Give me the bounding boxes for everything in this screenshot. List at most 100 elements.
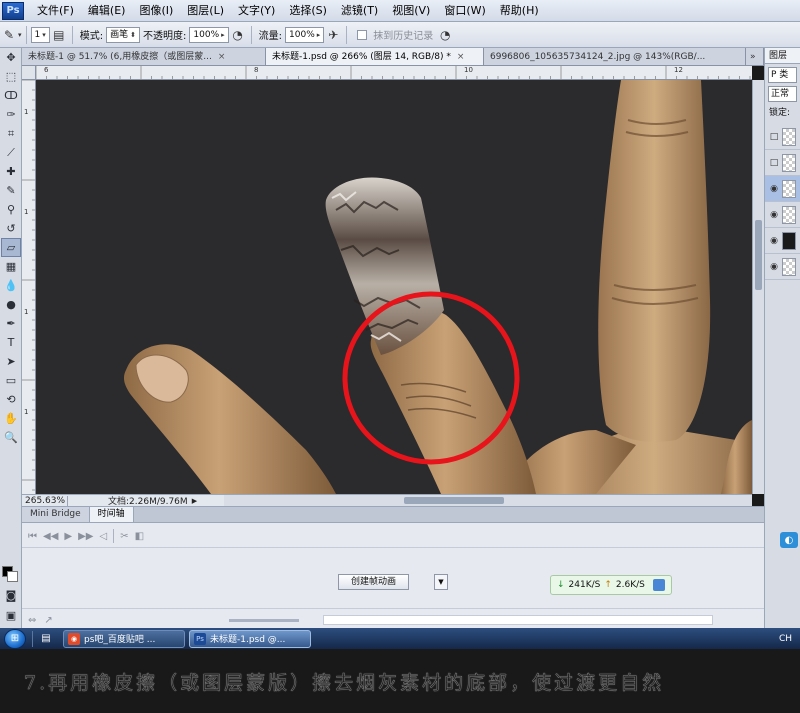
tab-mini-bridge[interactable]: Mini Bridge [22, 507, 90, 522]
pen-tool-icon[interactable]: ✒ [1, 314, 21, 333]
quick-select-tool-icon[interactable]: ✑ [1, 105, 21, 124]
close-icon[interactable]: × [457, 49, 465, 65]
layer-row[interactable]: □ [765, 150, 800, 176]
menu-layer[interactable]: 图层(L) [180, 0, 231, 22]
close-icon[interactable]: × [218, 49, 226, 65]
vertical-ruler[interactable]: 1 1 1 1 [22, 80, 36, 494]
render-video-icon[interactable]: ↗ [44, 615, 52, 626]
scissors-icon[interactable]: ✂ [120, 531, 128, 542]
preset-dropdown-arrow-icon[interactable]: ▾ [18, 31, 22, 39]
visibility-off-icon[interactable]: □ [768, 132, 780, 142]
pressure-size-icon[interactable]: ◔ [436, 26, 454, 44]
layer-thumbnail [782, 257, 796, 276]
layer-row-selected[interactable]: ◉ [765, 176, 800, 202]
menu-view[interactable]: 视图(V) [385, 0, 437, 22]
layer-row[interactable]: ◉ [765, 228, 800, 254]
type-tool-icon[interactable]: T [1, 333, 21, 352]
doc-tab-2[interactable]: 未标题-1.psd @ 266% (图层 14, RGB/8) * × [266, 48, 484, 65]
create-animation-dropdown-icon[interactable]: ▼ [434, 574, 448, 590]
document-canvas[interactable] [36, 80, 752, 494]
chat-icon[interactable]: ◐ [780, 532, 798, 548]
clone-stamp-tool-icon[interactable]: ⚲ [1, 200, 21, 219]
dodge-tool-icon[interactable]: ● [1, 295, 21, 314]
airbrush-icon[interactable]: ✈ [324, 26, 342, 44]
menu-window[interactable]: 窗口(W) [437, 0, 492, 22]
status-menu-arrow-icon[interactable]: ▶ [192, 497, 197, 505]
blend-mode-select[interactable]: 正常 [768, 86, 797, 102]
brush-panel-toggle-icon[interactable]: ▤ [50, 26, 68, 44]
audio-icon[interactable]: ◁ [99, 531, 107, 542]
convert-to-frame-icon[interactable]: ⇔ [28, 615, 36, 626]
zoom-tool-icon[interactable]: 🔍 [1, 428, 21, 447]
eye-icon[interactable]: ◉ [768, 210, 780, 220]
zoom-level[interactable]: 265.63% [22, 495, 68, 506]
tab-timeline[interactable]: 时间轴 [89, 507, 134, 522]
horizontal-ruler[interactable]: 6 8 10 12 [36, 66, 752, 80]
timeline-zoom-slider[interactable] [228, 618, 299, 622]
scroll-thumb[interactable] [755, 220, 762, 290]
layer-row[interactable]: ◉ [765, 254, 800, 280]
previous-frame-icon[interactable]: ◀◀ [43, 531, 58, 542]
language-indicator[interactable]: CH [779, 634, 792, 644]
layer-row[interactable]: □ [765, 124, 800, 150]
doc-tab-3[interactable]: 6996806_105635734124_2.jpg @ 143%(RGB/..… [484, 48, 746, 65]
eraser-tool-icon[interactable]: ▱ [1, 238, 21, 257]
blur-tool-icon[interactable]: 💧 [1, 276, 21, 295]
create-frame-animation-button[interactable]: 创建帧动画 [338, 574, 410, 590]
layer-filter-kind[interactable]: P 类 [768, 67, 797, 83]
move-tool-icon[interactable]: ✥ [1, 48, 21, 67]
gradient-tool-icon[interactable]: ▦ [1, 257, 21, 276]
horizontal-scrollbar[interactable] [224, 494, 752, 506]
scroll-thumb[interactable] [404, 497, 504, 504]
taskbar-item-browser[interactable]: ◉ ps吧_百度贴吧 ... [63, 629, 185, 648]
shape-tool-icon[interactable]: ▭ [1, 371, 21, 390]
menu-image[interactable]: 图像(I) [132, 0, 180, 22]
path-select-tool-icon[interactable]: ➤ [1, 352, 21, 371]
erase-to-history-label: 抹到历史记录 [373, 31, 434, 42]
erase-to-history-checkbox[interactable] [357, 29, 368, 40]
hand-tool-icon[interactable]: ✋ [1, 409, 21, 428]
tabs-overflow-icon[interactable]: » [746, 48, 764, 65]
menu-help[interactable]: 帮助(H) [493, 0, 546, 22]
eraser-tool-preset-icon[interactable]: ✎ [0, 26, 18, 44]
screen-mode-icon[interactable]: ▣ [1, 606, 21, 625]
eye-icon[interactable]: ◉ [768, 184, 780, 194]
mode-select[interactable]: 画笔 ⬍ [106, 26, 141, 43]
menu-filter[interactable]: 滤镜(T) [334, 0, 385, 22]
taskbar-item-photoshop[interactable]: Ps 未标题-1.psd @... [189, 629, 311, 648]
3d-rotate-tool-icon[interactable]: ⟲ [1, 390, 21, 409]
brush-size-picker[interactable]: 1 ▾ [30, 26, 50, 43]
menu-edit[interactable]: 编辑(E) [81, 0, 133, 22]
doc-tab-1[interactable]: 未标题-1 @ 51.7% (6,用橡皮擦（或图层蒙... × [22, 48, 266, 65]
visibility-off-icon[interactable]: □ [768, 158, 780, 168]
background-color-swatch[interactable] [7, 571, 18, 582]
history-brush-tool-icon[interactable]: ↺ [1, 219, 21, 238]
first-frame-icon[interactable]: ⏮ [28, 531, 37, 542]
flow-value: 100% [289, 29, 315, 40]
tab-layers[interactable]: 图层 [765, 48, 800, 64]
brush-tool-icon[interactable]: ✎ [1, 181, 21, 200]
eye-icon[interactable]: ◉ [768, 262, 780, 272]
eye-icon[interactable]: ◉ [768, 236, 780, 246]
quick-mask-icon[interactable]: ◙ [1, 586, 21, 605]
marquee-tool-icon[interactable]: ⬚ [1, 67, 21, 86]
pressure-opacity-icon[interactable]: ◔ [229, 26, 247, 44]
timeline-track[interactable] [322, 615, 713, 625]
menu-file[interactable]: 文件(F) [30, 0, 81, 22]
opacity-field[interactable]: 100% ▸ [189, 26, 229, 43]
crop-tool-icon[interactable]: ⌗ [1, 124, 21, 143]
eyedropper-tool-icon[interactable]: ⟋ [1, 143, 21, 162]
show-desktop-icon[interactable]: ▤ [39, 632, 53, 646]
next-frame-icon[interactable]: ▶▶ [78, 531, 93, 542]
transition-icon[interactable]: ◧ [135, 531, 144, 542]
ruler-origin[interactable] [22, 66, 36, 80]
start-button[interactable]: ⊞ [4, 628, 26, 649]
healing-tool-icon[interactable]: ✚ [1, 162, 21, 181]
flow-field[interactable]: 100% ▸ [285, 26, 325, 43]
menu-select[interactable]: 选择(S) [282, 0, 334, 22]
play-icon[interactable]: ▶ [64, 531, 72, 542]
lasso-tool-icon[interactable]: ↀ [1, 86, 21, 105]
menu-type[interactable]: 文字(Y) [231, 0, 282, 22]
layer-row[interactable]: ◉ [765, 202, 800, 228]
vertical-scrollbar[interactable] [752, 80, 764, 494]
